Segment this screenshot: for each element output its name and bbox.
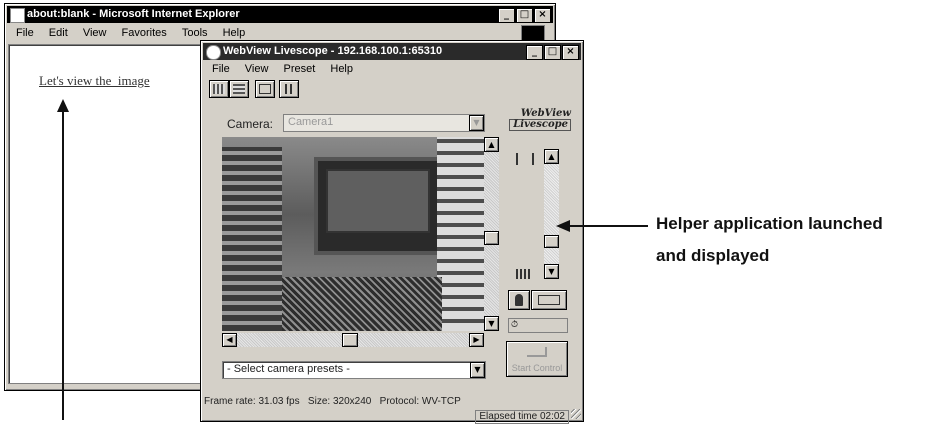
ie-title-bar[interactable]: about:blank - Microsoft Internet Explore… <box>7 6 553 23</box>
ie-app-icon <box>10 8 25 23</box>
person-icon <box>515 294 523 306</box>
helper-menu-bar: File View Preset Help <box>204 61 580 77</box>
helper-window: WebView Livescope - 192.168.100.1:65310 … <box>200 40 584 424</box>
ie-maximize-button[interactable]: □ <box>516 8 533 23</box>
timer-icon: ⏱ <box>511 319 519 329</box>
helper-menu-preset[interactable]: Preset <box>284 63 316 75</box>
pause-icon <box>285 84 292 94</box>
elapsed-time-text: Elapsed time 02:02 <box>479 411 565 422</box>
annotation-line-2: and displayed <box>656 246 770 265</box>
video-vertical-scrollbar[interactable]: ▲ ▼ <box>484 137 499 331</box>
logo-line-1: WebView <box>520 108 571 119</box>
helper-minimize-button[interactable]: _ <box>526 45 543 60</box>
ie-menu-bar: File Edit View Favorites Tools Help <box>8 25 552 41</box>
zoom-up-button[interactable]: ▲ <box>544 149 559 164</box>
vscroll-thumb[interactable] <box>484 231 499 245</box>
helper-menu-view[interactable]: View <box>245 63 269 75</box>
vscroll-up-button[interactable]: ▲ <box>484 137 499 152</box>
video-building-left <box>222 147 282 331</box>
helper-maximize-button[interactable]: □ <box>544 45 561 60</box>
hscroll-thumb[interactable] <box>342 333 358 347</box>
camera-operator-button[interactable] <box>508 290 530 310</box>
window-size-button[interactable] <box>531 290 567 310</box>
ie-minimize-button[interactable]: _ <box>498 8 515 23</box>
helper-arrow-line <box>568 225 648 227</box>
start-control-label: Start Control <box>511 363 563 373</box>
ie-close-button[interactable]: × <box>534 8 551 23</box>
ie-menu-help[interactable]: Help <box>223 27 246 39</box>
zoom-slider[interactable]: ▲ ▼ <box>544 149 559 279</box>
zoom-slider-thumb[interactable] <box>544 235 559 248</box>
status-bar: Frame rate: 31.03 fps Size: 320x240 Prot… <box>204 396 578 407</box>
zoom-in-icon <box>516 269 530 279</box>
window-size-icon <box>538 295 560 305</box>
ie-menu-file[interactable]: File <box>16 27 34 39</box>
grid-large-icon <box>233 84 245 94</box>
video-horizontal-scrollbar[interactable]: ◀ ▶ <box>222 333 484 347</box>
toolbar-button-2[interactable] <box>229 80 249 98</box>
video-billboard-screen <box>314 157 442 255</box>
ie-window-controls: _ □ × <box>498 8 551 23</box>
helper-app-icon <box>206 45 221 60</box>
start-control-button[interactable]: Start Control <box>506 341 568 377</box>
ie-menu-edit[interactable]: Edit <box>49 27 68 39</box>
ie-menu-view[interactable]: View <box>83 27 107 39</box>
preset-select[interactable]: - Select camera presets - ▼ <box>222 361 486 379</box>
hscroll-left-button[interactable]: ◀ <box>222 333 237 347</box>
view-image-link[interactable]: Let's view the image <box>39 73 150 89</box>
link-arrow-head <box>57 99 69 112</box>
ie-menu-favorites[interactable]: Favorites <box>122 27 167 39</box>
ie-menu-tools[interactable]: Tools <box>182 27 208 39</box>
video-screen-inner <box>326 169 430 233</box>
fit-screen-icon <box>259 84 271 94</box>
video-building-right <box>437 137 484 331</box>
ie-title-text: about:blank - Microsoft Internet Explore… <box>27 8 240 20</box>
camera-label: Camera: <box>227 117 274 131</box>
preset-select-value: - Select camera presets - <box>227 363 350 375</box>
logo-line-2: Livescope <box>509 119 571 131</box>
grid-small-icon <box>213 84 225 94</box>
helper-window-controls: _ □ × <box>526 45 579 60</box>
helper-menu-help[interactable]: Help <box>330 63 353 75</box>
vscroll-down-button[interactable]: ▼ <box>484 316 499 331</box>
camera-select-value: Camera1 <box>288 116 334 128</box>
toolbar-button-3[interactable] <box>255 80 275 98</box>
start-control-icon <box>527 347 547 357</box>
resize-grip-icon[interactable] <box>571 409 581 419</box>
toolbar-button-4[interactable] <box>279 80 299 98</box>
zoom-out-icon <box>516 153 534 165</box>
helper-close-button[interactable]: × <box>562 45 579 60</box>
camera-select[interactable]: Camera1 ▼ <box>283 114 485 132</box>
video-display <box>222 137 484 331</box>
video-street-crowd <box>282 277 442 331</box>
hscroll-right-button[interactable]: ▶ <box>469 333 484 347</box>
timer-field: ⏱ <box>508 318 568 333</box>
annotation-line-1: Helper application launched <box>656 214 883 233</box>
helper-menu-file[interactable]: File <box>212 63 230 75</box>
preset-dropdown-button[interactable]: ▼ <box>470 362 485 378</box>
webview-livescope-logo: WebView Livescope <box>509 109 571 131</box>
helper-title-bar[interactable]: WebView Livescope - 192.168.100.1:65310 … <box>203 43 581 60</box>
zoom-down-button[interactable]: ▼ <box>544 264 559 279</box>
elapsed-time-field: Elapsed time 02:02 <box>475 410 569 424</box>
helper-title-text: WebView Livescope - 192.168.100.1:65310 <box>223 45 443 57</box>
status-info: Frame rate: 31.03 fps Size: 320x240 Prot… <box>204 396 461 407</box>
camera-dropdown-button[interactable]: ▼ <box>469 115 484 131</box>
toolbar-button-1[interactable] <box>209 80 229 98</box>
link-arrow <box>62 108 64 420</box>
